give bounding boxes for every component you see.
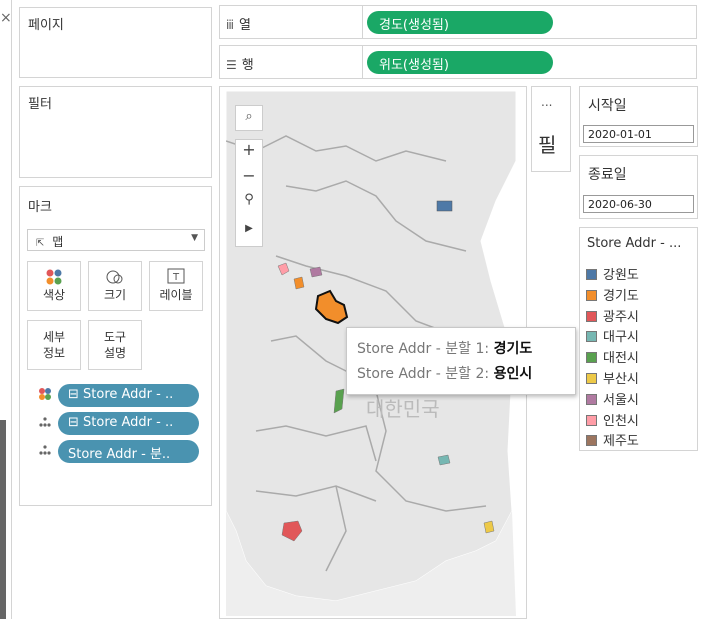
legend-item-label: 부산시: [603, 372, 639, 387]
legend-title[interactable]: Store Addr - ...: [587, 236, 681, 251]
label-icon: T: [150, 262, 202, 286]
legend-swatch: [586, 310, 597, 322]
columns-icon: iii: [226, 18, 234, 32]
rows-shelf[interactable]: ☰ 행 위도(생성됨): [219, 45, 697, 79]
detail-encoding-icon: [38, 415, 54, 431]
size-icon: [89, 262, 141, 286]
color-button[interactable]: 색상: [27, 261, 81, 311]
color-icon: [28, 262, 80, 286]
legend-item-label: 강원도: [603, 268, 639, 283]
rows-icon: ☰: [226, 58, 237, 72]
legend-item-label: 인천시: [603, 413, 639, 429]
pin-icon[interactable]: ⚲: [236, 192, 262, 218]
map-country-label: 대한민국: [366, 397, 440, 421]
color-encoding-icon: [38, 387, 54, 403]
legend-item[interactable]: 부산시: [586, 368, 639, 387]
legend-swatch: [586, 373, 597, 384]
left-edge-gray: [0, 420, 6, 619]
legend-item[interactable]: 인천시: [586, 410, 639, 429]
pages-panel[interactable]: 페이지: [19, 7, 212, 78]
longitude-pill[interactable]: 경도(생성됨): [367, 11, 553, 34]
legend-swatch: [586, 435, 597, 447]
legend-item-label: 광주시: [603, 309, 639, 325]
start-date-card: 시작일 2020-01-01: [579, 86, 698, 147]
mark-type-label: 맵: [52, 235, 64, 249]
legend-item[interactable]: 대구시: [586, 326, 639, 346]
end-date-card: 종료일 2020-06-30: [579, 155, 698, 219]
filters-title: 필터: [28, 97, 52, 112]
legend-item-label: 대전시: [603, 351, 639, 367]
rows-drop-area[interactable]: 위도(생성됨): [362, 46, 696, 78]
detail-encoding-icon-2: [38, 443, 54, 459]
legend-item[interactable]: 서울시: [586, 389, 639, 408]
detail-field-pill-1[interactable]: ⊟ Store Addr - ..: [58, 412, 199, 435]
close-icon[interactable]: ×: [0, 10, 12, 26]
size-label: 크기: [103, 288, 127, 302]
legend-item-label: 제주도: [603, 434, 639, 450]
filters-panel[interactable]: 필터: [19, 86, 212, 178]
map-zoom-controls: + − ⚲ ▶: [235, 139, 263, 247]
legend-swatch: [586, 289, 597, 301]
region-gyeonggi-small[interactable]: [293, 276, 305, 290]
start-date-title: 시작일: [588, 98, 627, 114]
region-gangwon[interactable]: [436, 200, 453, 212]
marks-title: 마크: [28, 200, 52, 215]
map-search-control[interactable]: ⌕: [235, 105, 263, 131]
color-label: 색상: [42, 288, 66, 302]
tooltip-row-1: Store Addr - 분할 1: 경기도: [357, 341, 533, 357]
end-date-input[interactable]: 2020-06-30: [583, 195, 694, 213]
tooltip-row-2: Store Addr - 분할 2: 용인시: [357, 366, 533, 382]
legend-swatch: [586, 414, 597, 426]
columns-shelf-label: iii 열: [226, 18, 251, 33]
zoom-out-icon[interactable]: −: [236, 166, 262, 192]
map-tooltip: Store Addr - 분할 1: 경기도 Store Addr - 분할 2…: [346, 327, 576, 395]
legend-swatch: [586, 352, 597, 364]
color-legend: Store Addr - ... 강원도경기도광주시대구시대전시부산시서울시인천…: [579, 227, 698, 451]
legend-swatch: [586, 331, 597, 343]
legend-item[interactable]: 강원도: [586, 264, 639, 283]
region-daegu[interactable]: [437, 454, 451, 466]
pages-title: 페이지: [28, 18, 64, 33]
start-date-input[interactable]: 2020-01-01: [583, 125, 694, 143]
detail-field-pill-2[interactable]: Store Addr - 분..: [58, 440, 199, 463]
label-button[interactable]: T 레이블: [149, 261, 203, 311]
label-label: 레이블: [159, 288, 193, 302]
latitude-pill[interactable]: 위도(생성됨): [367, 51, 553, 74]
tooltip-value-1: 경기도: [493, 341, 533, 357]
chevron-down-icon: ▼: [191, 233, 198, 243]
filter-card-menu[interactable]: ...: [541, 95, 552, 109]
tooltip-value-2: 용인시: [493, 366, 533, 382]
filter-card-label: 필: [538, 133, 557, 157]
columns-drop-area[interactable]: 경도(생성됨): [362, 6, 696, 38]
legend-item-label: 서울시: [603, 392, 639, 408]
legend-swatch: [586, 269, 597, 280]
legend-item[interactable]: 경기도: [586, 285, 639, 304]
legend-item[interactable]: 제주도: [586, 430, 639, 450]
region-seoul[interactable]: [309, 266, 323, 278]
marks-panel: 마크 ⇱ 맵 ▼ 색상 크기 T 레이블 세부 정보 도구 설명 ⊟ Store…: [19, 186, 212, 506]
search-icon: ⌕: [245, 109, 253, 124]
columns-shelf[interactable]: iii 열 경도(생성됨): [219, 5, 697, 39]
filter-card[interactable]: ... 필: [531, 86, 571, 172]
legend-swatch: [586, 393, 597, 405]
svg-text:T: T: [172, 272, 180, 283]
expand-arrow-icon[interactable]: ▶: [236, 218, 262, 244]
region-busan[interactable]: [483, 520, 495, 534]
legend-item[interactable]: 광주시: [586, 306, 639, 325]
legend-item[interactable]: 대전시: [586, 347, 639, 367]
zoom-in-icon[interactable]: +: [236, 140, 262, 166]
color-field-pill[interactable]: ⊟ Store Addr - ..: [58, 384, 199, 407]
legend-item-label: 경기도: [603, 288, 639, 304]
map-mark-icon: ⇱: [36, 238, 45, 249]
mark-type-dropdown[interactable]: ⇱ 맵 ▼: [27, 229, 205, 251]
legend-item-label: 대구시: [603, 330, 639, 346]
rows-shelf-label: ☰ 행: [226, 58, 254, 73]
tooltip-button[interactable]: 도구 설명: [88, 320, 142, 370]
size-button[interactable]: 크기: [88, 261, 142, 311]
end-date-title: 종료일: [588, 167, 627, 183]
detail-button[interactable]: 세부 정보: [27, 320, 81, 370]
